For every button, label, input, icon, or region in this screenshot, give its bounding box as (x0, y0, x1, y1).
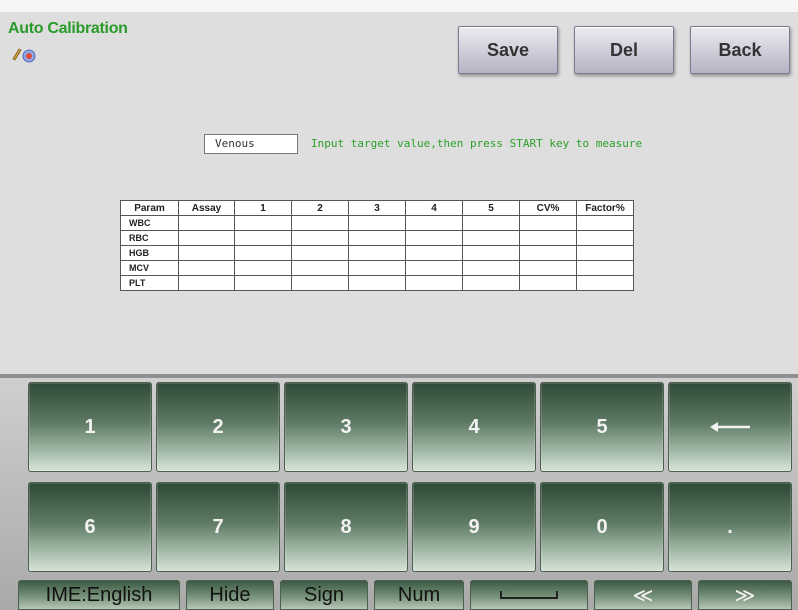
row-label-wbc: WBC (120, 215, 179, 231)
pen-icon (12, 48, 22, 61)
key-4[interactable]: 4 (412, 382, 536, 472)
table-cell (576, 215, 634, 231)
row-label-hgb: HGB (120, 245, 179, 261)
table-cell (234, 215, 292, 231)
delete-button[interactable]: Del (574, 26, 674, 74)
column-header-cv: CV% (519, 200, 577, 216)
table-row: RBC (120, 230, 634, 246)
hand-icon (22, 49, 36, 63)
table-cell (519, 215, 577, 231)
table-cell (234, 275, 292, 291)
table-cell (291, 275, 349, 291)
space-bar-icon (500, 591, 558, 599)
space-key[interactable] (470, 580, 588, 610)
key-0[interactable]: 0 (540, 482, 664, 572)
save-button[interactable]: Save (458, 26, 558, 74)
table-cell (348, 215, 406, 231)
table-cell (291, 260, 349, 276)
column-header-assay: Assay (178, 200, 235, 216)
column-header-run-5: 5 (462, 200, 520, 216)
next-page-key[interactable]: ≫ (698, 580, 792, 610)
table-cell (576, 260, 634, 276)
key-9[interactable]: 9 (412, 482, 536, 572)
num-key[interactable]: Num (374, 580, 464, 610)
table-row: HGB (120, 245, 634, 261)
status-icons (12, 48, 36, 63)
assay-cell[interactable] (178, 275, 235, 291)
row-label-plt: PLT (120, 275, 179, 291)
back-button[interactable]: Back (690, 26, 790, 74)
calibration-table: Param Assay 1 2 3 4 5 CV% Factor% WBC RB… (120, 200, 634, 291)
table-cell (291, 245, 349, 261)
key-decimal[interactable]: . (668, 482, 792, 572)
table-cell (234, 260, 292, 276)
previous-page-key[interactable]: ≪ (594, 580, 692, 610)
table-cell (405, 230, 463, 246)
table-cell (234, 245, 292, 261)
column-header-param: Param (120, 200, 179, 216)
table-cell (462, 230, 520, 246)
table-cell (519, 230, 577, 246)
sign-key[interactable]: Sign (280, 580, 368, 610)
column-header-run-4: 4 (405, 200, 463, 216)
column-header-run-3: 3 (348, 200, 406, 216)
table-cell (576, 230, 634, 246)
hide-key[interactable]: Hide (186, 580, 274, 610)
key-3[interactable]: 3 (284, 382, 408, 472)
table-cell (519, 260, 577, 276)
assay-cell[interactable] (178, 215, 235, 231)
table-cell (291, 230, 349, 246)
table-row: MCV (120, 260, 634, 276)
table-cell (576, 275, 634, 291)
instruction-text: Input target value,then press START key … (311, 137, 643, 150)
assay-cell[interactable] (178, 245, 235, 261)
table-cell (462, 275, 520, 291)
table-header-row: Param Assay 1 2 3 4 5 CV% Factor% (120, 200, 634, 216)
table-cell (519, 275, 577, 291)
table-cell (348, 230, 406, 246)
table-row: WBC (120, 215, 634, 231)
backspace-key[interactable] (668, 382, 792, 472)
ime-english-key[interactable]: IME:English (18, 580, 180, 610)
assay-cell[interactable] (178, 230, 235, 246)
table-cell (348, 245, 406, 261)
row-label-rbc: RBC (120, 230, 179, 246)
table-cell (348, 275, 406, 291)
key-8[interactable]: 8 (284, 482, 408, 572)
key-1[interactable]: 1 (28, 382, 152, 472)
sample-mode-field[interactable]: Venous (204, 134, 298, 154)
key-7[interactable]: 7 (156, 482, 280, 572)
table-cell (519, 245, 577, 261)
table-cell (462, 245, 520, 261)
table-cell (462, 260, 520, 276)
row-label-mcv: MCV (120, 260, 179, 276)
assay-cell[interactable] (178, 260, 235, 276)
key-6[interactable]: 6 (28, 482, 152, 572)
table-cell (462, 215, 520, 231)
top-strip (0, 0, 798, 12)
table-cell (405, 275, 463, 291)
column-header-run-2: 2 (291, 200, 349, 216)
table-cell (405, 245, 463, 261)
key-2[interactable]: 2 (156, 382, 280, 472)
table-cell (405, 215, 463, 231)
table-cell (405, 260, 463, 276)
key-5[interactable]: 5 (540, 382, 664, 472)
table-cell (348, 260, 406, 276)
backspace-arrow-icon (710, 422, 750, 432)
page-title: Auto Calibration (8, 20, 128, 37)
table-row: PLT (120, 275, 634, 291)
table-cell (576, 245, 634, 261)
column-header-factor: Factor% (576, 200, 634, 216)
table-cell (234, 230, 292, 246)
table-cell (291, 215, 349, 231)
column-header-run-1: 1 (234, 200, 292, 216)
